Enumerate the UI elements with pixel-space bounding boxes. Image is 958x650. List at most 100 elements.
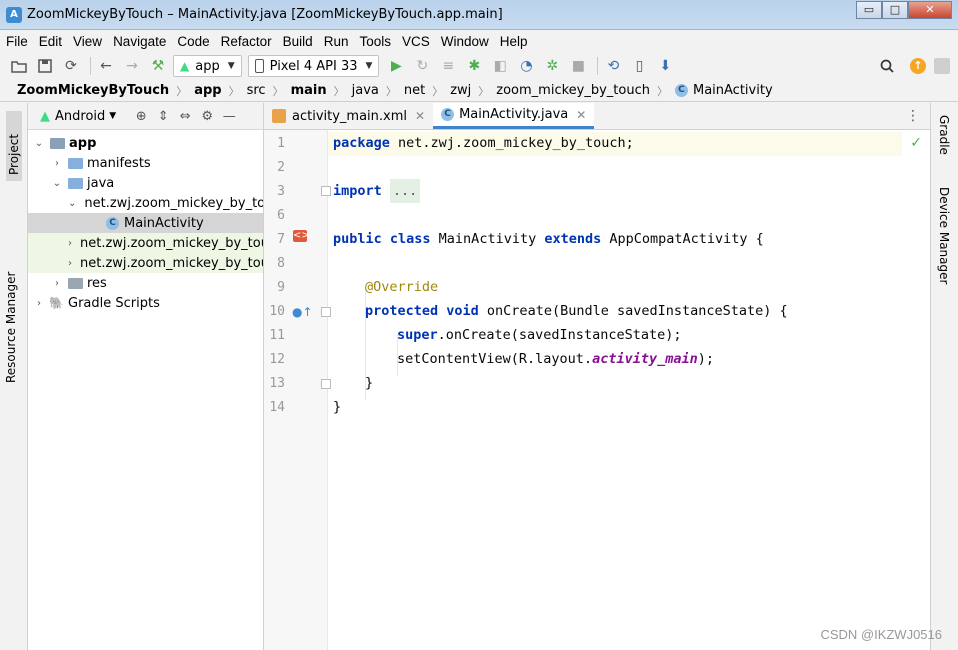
apply-code-changes-icon[interactable]: ≡: [437, 55, 459, 77]
user-icon[interactable]: [934, 58, 950, 74]
line-number: 6: [277, 208, 285, 223]
gear-icon[interactable]: ⚙: [196, 109, 218, 124]
resource-manager-tab[interactable]: Resource Manager: [4, 193, 18, 383]
breadcrumb-net[interactable]: net: [404, 83, 425, 98]
chevron-down-icon[interactable]: ⌄: [50, 178, 64, 189]
android-icon: ▲: [180, 59, 190, 73]
breadcrumb-src[interactable]: src: [247, 83, 266, 98]
tree-item-java[interactable]: ⌄ java: [28, 173, 263, 193]
chevron-down-icon[interactable]: ⌄: [68, 198, 76, 209]
fold-toggle-icon[interactable]: [321, 186, 331, 196]
android-studio-icon: A: [6, 7, 22, 23]
watermark: CSDN @IKZWJ0516: [820, 627, 942, 642]
fold-toggle-icon[interactable]: [321, 307, 331, 317]
more-options-icon[interactable]: ⋮: [906, 108, 920, 124]
menu-edit[interactable]: Edit: [39, 34, 62, 49]
menu-help[interactable]: Help: [500, 34, 528, 49]
breadcrumb-java[interactable]: java: [352, 83, 379, 98]
chevron-down-icon[interactable]: ▼: [109, 111, 116, 121]
menu-window[interactable]: Window: [441, 34, 489, 49]
tree-item-mainactivity[interactable]: C MainActivity: [28, 213, 263, 233]
class-icon: C: [441, 108, 455, 121]
menu-refactor[interactable]: Refactor: [221, 34, 272, 49]
save-icon[interactable]: [34, 55, 56, 77]
code-line-3: import ...: [333, 179, 421, 203]
menu-tools[interactable]: Tools: [359, 34, 391, 49]
override-marker-icon[interactable]: ●↑: [292, 305, 313, 319]
view-mode-select[interactable]: Android: [55, 109, 105, 124]
breadcrumb-project[interactable]: ZoomMickeyByTouch: [17, 83, 169, 98]
chevron-right-icon[interactable]: ›: [32, 298, 46, 309]
device-select[interactable]: Pixel 4 API 33 ▼: [247, 55, 380, 77]
tab-activity-main-xml[interactable]: activity_main.xml ✕: [264, 103, 433, 129]
folded-imports[interactable]: ...: [389, 179, 421, 203]
line-number: 13: [269, 376, 285, 391]
tree-item-res[interactable]: › res: [28, 273, 263, 293]
expand-all-icon[interactable]: ⇕: [152, 109, 174, 124]
keyword: super: [397, 327, 438, 343]
run-config-select[interactable]: ▲ app ▼: [173, 55, 242, 77]
module-folder-icon: [50, 137, 65, 149]
breadcrumb-package[interactable]: zoom_mickey_by_touch: [496, 83, 650, 98]
locate-icon[interactable]: ⊕: [130, 109, 152, 124]
no-problems-check-icon[interactable]: ✓: [910, 135, 922, 151]
menu-build[interactable]: Build: [283, 34, 313, 49]
minimize-button[interactable]: ▭: [856, 1, 882, 19]
tab-mainactivity-java[interactable]: C MainActivity.java ✕: [433, 103, 595, 129]
line-number: 7: [277, 232, 285, 247]
menu-file[interactable]: File: [6, 34, 28, 49]
stop-icon[interactable]: ■: [567, 55, 589, 77]
breadcrumb-app[interactable]: app: [194, 83, 221, 98]
tree-item-gradle-scripts[interactable]: › 🐘 Gradle Scripts: [28, 293, 263, 313]
chevron-right-icon[interactable]: ›: [68, 238, 72, 249]
menu-view[interactable]: View: [73, 34, 102, 49]
search-icon[interactable]: [876, 55, 898, 77]
menu-code[interactable]: Code: [177, 34, 209, 49]
close-button[interactable]: ✕: [908, 1, 952, 19]
back-arrow-icon[interactable]: ←: [95, 55, 117, 77]
sync-icon[interactable]: ⟳: [60, 55, 82, 77]
menu-vcs[interactable]: VCS: [402, 34, 430, 49]
tree-item-label: net.zwj.zoom_mickey_by_touch: [80, 255, 263, 271]
device-manager-icon[interactable]: ▯: [628, 55, 650, 77]
chevron-right-icon[interactable]: ›: [50, 158, 64, 169]
attach-debugger-icon[interactable]: ◧: [489, 55, 511, 77]
open-folder-icon[interactable]: [8, 55, 30, 77]
device-manager-tab[interactable]: Device Manager: [937, 187, 951, 284]
close-icon[interactable]: ✕: [576, 108, 586, 122]
chevron-right-icon[interactable]: ›: [50, 278, 64, 289]
menu-navigate[interactable]: Navigate: [113, 34, 166, 49]
debug-icon[interactable]: ✱: [463, 55, 485, 77]
code-editor[interactable]: 1 2 3 6 7 8 9 10 11 12 13 14 <> ●↑ packa…: [264, 130, 930, 650]
breadcrumb-class[interactable]: MainActivity: [693, 83, 773, 98]
tree-item-manifests[interactable]: › manifests: [28, 153, 263, 173]
attach-profiler-icon[interactable]: ✲: [541, 55, 563, 77]
line-number: 3: [277, 184, 285, 199]
chevron-right-icon[interactable]: ›: [68, 258, 72, 269]
run-icon[interactable]: ▶: [385, 55, 407, 77]
sdk-manager-icon[interactable]: ⬇: [654, 55, 676, 77]
forward-arrow-icon[interactable]: →: [121, 55, 143, 77]
tree-item-package-android-test[interactable]: › net.zwj.zoom_mickey_by_touch: [28, 233, 263, 253]
breadcrumb-zwj[interactable]: zwj: [450, 83, 471, 98]
tree-item-package[interactable]: ⌄ net.zwj.zoom_mickey_by_touch: [28, 193, 263, 213]
maximize-button[interactable]: □: [882, 1, 908, 19]
close-icon[interactable]: ✕: [415, 109, 425, 123]
fold-toggle-icon[interactable]: [321, 379, 331, 389]
chevron-down-icon[interactable]: ⌄: [32, 138, 46, 149]
build-hammer-icon[interactable]: ⚒: [147, 55, 169, 77]
tree-item-label: MainActivity: [124, 215, 204, 231]
apply-changes-icon[interactable]: ↻: [411, 55, 433, 77]
breadcrumb-main[interactable]: main: [291, 83, 327, 98]
gradle-sync-icon[interactable]: ⟲: [602, 55, 624, 77]
collapse-all-icon[interactable]: ⇔: [174, 109, 196, 124]
gradle-tool-tab[interactable]: Gradle: [937, 115, 951, 155]
project-tool-tab[interactable]: Project: [6, 111, 22, 181]
hide-icon[interactable]: —: [218, 109, 240, 124]
layout-preview-icon[interactable]: <>: [293, 230, 310, 242]
profile-icon[interactable]: ◔: [515, 55, 537, 77]
tree-item-package-test[interactable]: › net.zwj.zoom_mickey_by_touch: [28, 253, 263, 273]
tree-item-app[interactable]: ⌄ app: [28, 133, 263, 153]
update-icon[interactable]: ↑: [910, 58, 926, 74]
menu-run[interactable]: Run: [324, 34, 349, 49]
